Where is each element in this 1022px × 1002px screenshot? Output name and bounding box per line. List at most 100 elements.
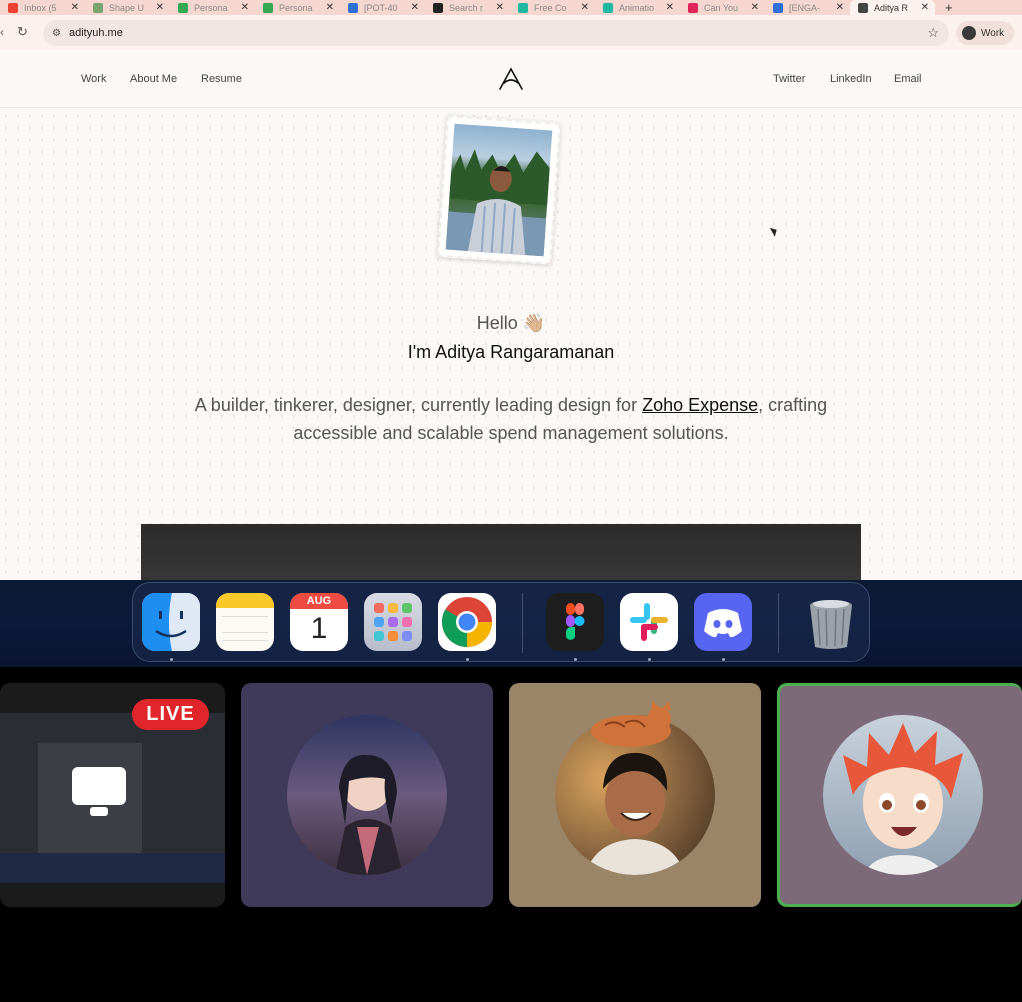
notes-icon[interactable] [216,593,274,651]
running-indicator [466,658,469,661]
profile-button[interactable]: Work [956,21,1014,45]
tab-title: Inbox (5 [24,2,57,13]
tab-close-icon[interactable]: ✕ [156,2,164,13]
hello-greeting: Hello 👋🏼 [476,313,546,333]
participant-tile[interactable] [509,683,761,907]
browser-tab[interactable]: [ENGA- ✕ [765,0,850,15]
participant-avatar [823,715,983,875]
browser-tab[interactable]: Persona ✕ [255,0,340,15]
tab-title: Can You [704,2,739,13]
tab-close-icon[interactable]: ✕ [751,2,759,13]
tab-title: Persona [194,2,228,13]
dock-separator [778,593,779,653]
browser-tab[interactable]: Shape U ✕ [85,0,170,15]
tab-title: Search r [449,2,484,13]
discord-icon[interactable] [694,593,752,651]
mouse-cursor-icon [769,225,780,237]
reload-icon[interactable]: ↻ [17,24,28,40]
nav-link-resume[interactable]: Resume [201,73,242,85]
project-preview[interactable] [141,524,861,580]
tab-favicon-icon [773,2,783,13]
running-indicator [574,658,577,661]
tab-title: Animatio [619,2,655,13]
browser-tab-bar: Inbox (5 ✕ Shape U ✕ Persona ✕ Persona ✕ [POT-40… [0,0,1022,15]
participant-avatar [287,715,447,875]
launchpad-icon[interactable] [364,593,422,651]
site-logo-icon[interactable] [498,67,524,91]
tab-close-icon[interactable]: ✕ [666,2,674,13]
running-indicator [648,658,651,661]
tab-title: [POT-40 [364,2,398,13]
bookmark-star-icon[interactable]: ☆ [927,25,939,41]
live-badge: LIVE [132,699,209,730]
tab-close-icon[interactable]: ✕ [496,2,504,13]
tab-close-icon[interactable]: ✕ [241,2,249,13]
macos-dock: AUG 1 [132,582,870,662]
nav-link-linkedin[interactable]: LinkedIn [830,73,872,85]
calendar-month: AUG [290,593,348,609]
tab-favicon-icon [93,2,103,13]
browser-tab[interactable]: Animatio ✕ [595,0,680,15]
chrome-icon[interactable] [438,593,496,651]
nav-link-about-me[interactable]: About Me [130,73,177,85]
tab-title: Aditya R [874,2,909,13]
calendar-day: 1 [310,612,328,645]
tab-title: Persona [279,2,313,13]
active-speaker-tile[interactable] [777,683,1022,907]
tab-favicon-icon [858,2,868,13]
tab-favicon-icon [8,2,18,13]
monitor-icon [72,767,126,805]
tab-favicon-icon [263,2,273,13]
screen-share-tile[interactable]: LIVE [0,683,225,907]
figma-icon[interactable] [546,593,604,651]
slack-icon[interactable] [620,593,678,651]
profile-photo [437,115,561,265]
profile-avatar [962,26,976,40]
browser-tab[interactable]: Free Co ✕ [510,0,595,15]
participant-tile[interactable] [241,683,493,907]
tab-close-icon[interactable]: ✕ [71,2,79,13]
browser-toolbar: ‹ ↻ ⚙ adityuh.me ☆ Work [0,15,1022,50]
cat-sticker-icon [591,701,671,747]
nav-link-email[interactable]: Email [894,73,922,85]
address-bar[interactable]: ⚙ adityuh.me ☆ [43,20,949,46]
new-tab-button[interactable]: + [935,0,963,15]
url-text[interactable]: adityuh.me [69,27,927,39]
tab-title: Free Co [534,2,567,13]
tab-close-icon[interactable]: ✕ [326,2,334,13]
browser-tab[interactable]: Inbox (5 ✕ [0,0,85,15]
running-indicator [722,658,725,661]
hero-bio: A builder, tinkerer, designer, currently… [180,391,842,447]
tab-favicon-icon [518,2,528,13]
profile-label: Work [981,27,1005,39]
tab-close-icon[interactable]: ✕ [411,2,419,13]
tab-close-icon[interactable]: ✕ [581,2,589,13]
tab-close-icon[interactable]: ✕ [836,2,844,13]
calendar-icon[interactable]: AUG 1 [290,593,348,651]
tab-favicon-icon [433,2,443,13]
tab-favicon-icon [178,2,188,13]
running-indicator [170,658,173,661]
browser-tab[interactable]: Aditya R ✕ [850,0,935,15]
browser-tab[interactable]: Can You ✕ [680,0,765,15]
tab-close-icon[interactable]: ✕ [921,2,929,13]
finder-icon[interactable] [142,593,200,651]
browser-tab[interactable]: Search r ✕ [425,0,510,15]
website-viewport: Work About Me Resume Twitter LinkedIn Em… [0,50,1022,580]
tab-title: [ENGA- [789,2,821,13]
trash-icon[interactable] [802,593,860,651]
monitor-stand [90,807,108,816]
dock-separator [522,593,523,653]
zoho-expense-link[interactable]: Zoho Expense [642,395,758,415]
browser-tab[interactable]: Persona ✕ [170,0,255,15]
tab-favicon-icon [603,2,613,13]
nav-link-work[interactable]: Work [81,73,106,85]
nav-link-twitter[interactable]: Twitter [773,73,805,85]
site-settings-icon[interactable]: ⚙ [52,28,64,39]
hero-name: I'm Aditya Rangaramanan [407,342,615,362]
tab-favicon-icon [348,2,358,13]
browser-tab[interactable]: [POT-40 ✕ [340,0,425,15]
site-nav: Work About Me Resume Twitter LinkedIn Em… [0,50,1022,108]
tab-favicon-icon [688,2,698,13]
back-icon[interactable]: ‹ [0,25,4,39]
